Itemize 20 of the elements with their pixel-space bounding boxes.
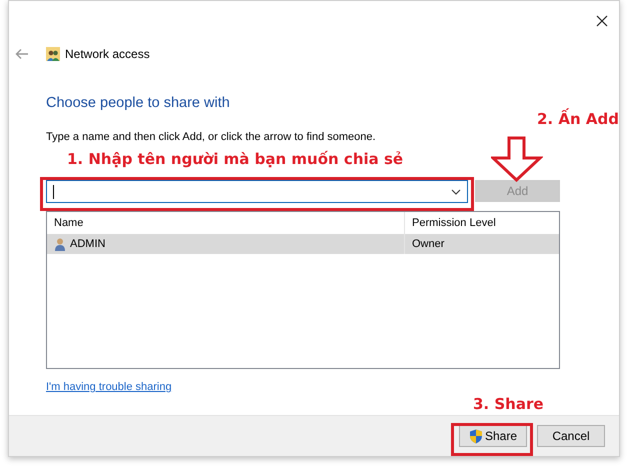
window-title: Network access <box>65 47 150 61</box>
heading: Choose people to share with <box>46 95 231 111</box>
chevron-down-icon[interactable] <box>451 188 461 194</box>
list-row[interactable]: ADMIN Owner <box>47 234 559 254</box>
annotation-text: 1. Nhập tên người mà bạn muốn chia sẻ <box>67 150 404 168</box>
shield-icon <box>468 428 483 444</box>
cancel-button[interactable]: Cancel <box>537 425 605 447</box>
annotation-text: 3. Share <box>473 395 544 413</box>
name-combo-box[interactable] <box>46 180 468 203</box>
instruction-text: Type a name and then click Add, or click the arrow to find someone. <box>46 131 377 143</box>
user-icon <box>54 238 66 250</box>
back-arrow-icon[interactable] <box>15 48 29 60</box>
down-arrow-icon <box>491 136 543 182</box>
permission-cell-text: Owner <box>411 237 446 252</box>
share-button[interactable]: Share <box>459 425 527 447</box>
help-link[interactable]: I'm having trouble sharing <box>46 381 172 393</box>
user-name-cell: ADMIN <box>47 234 405 254</box>
annotation-text: 2. Ấn Add <box>537 110 619 128</box>
column-header[interactable]: Permission Level <box>405 212 559 234</box>
people-icon <box>46 47 60 61</box>
